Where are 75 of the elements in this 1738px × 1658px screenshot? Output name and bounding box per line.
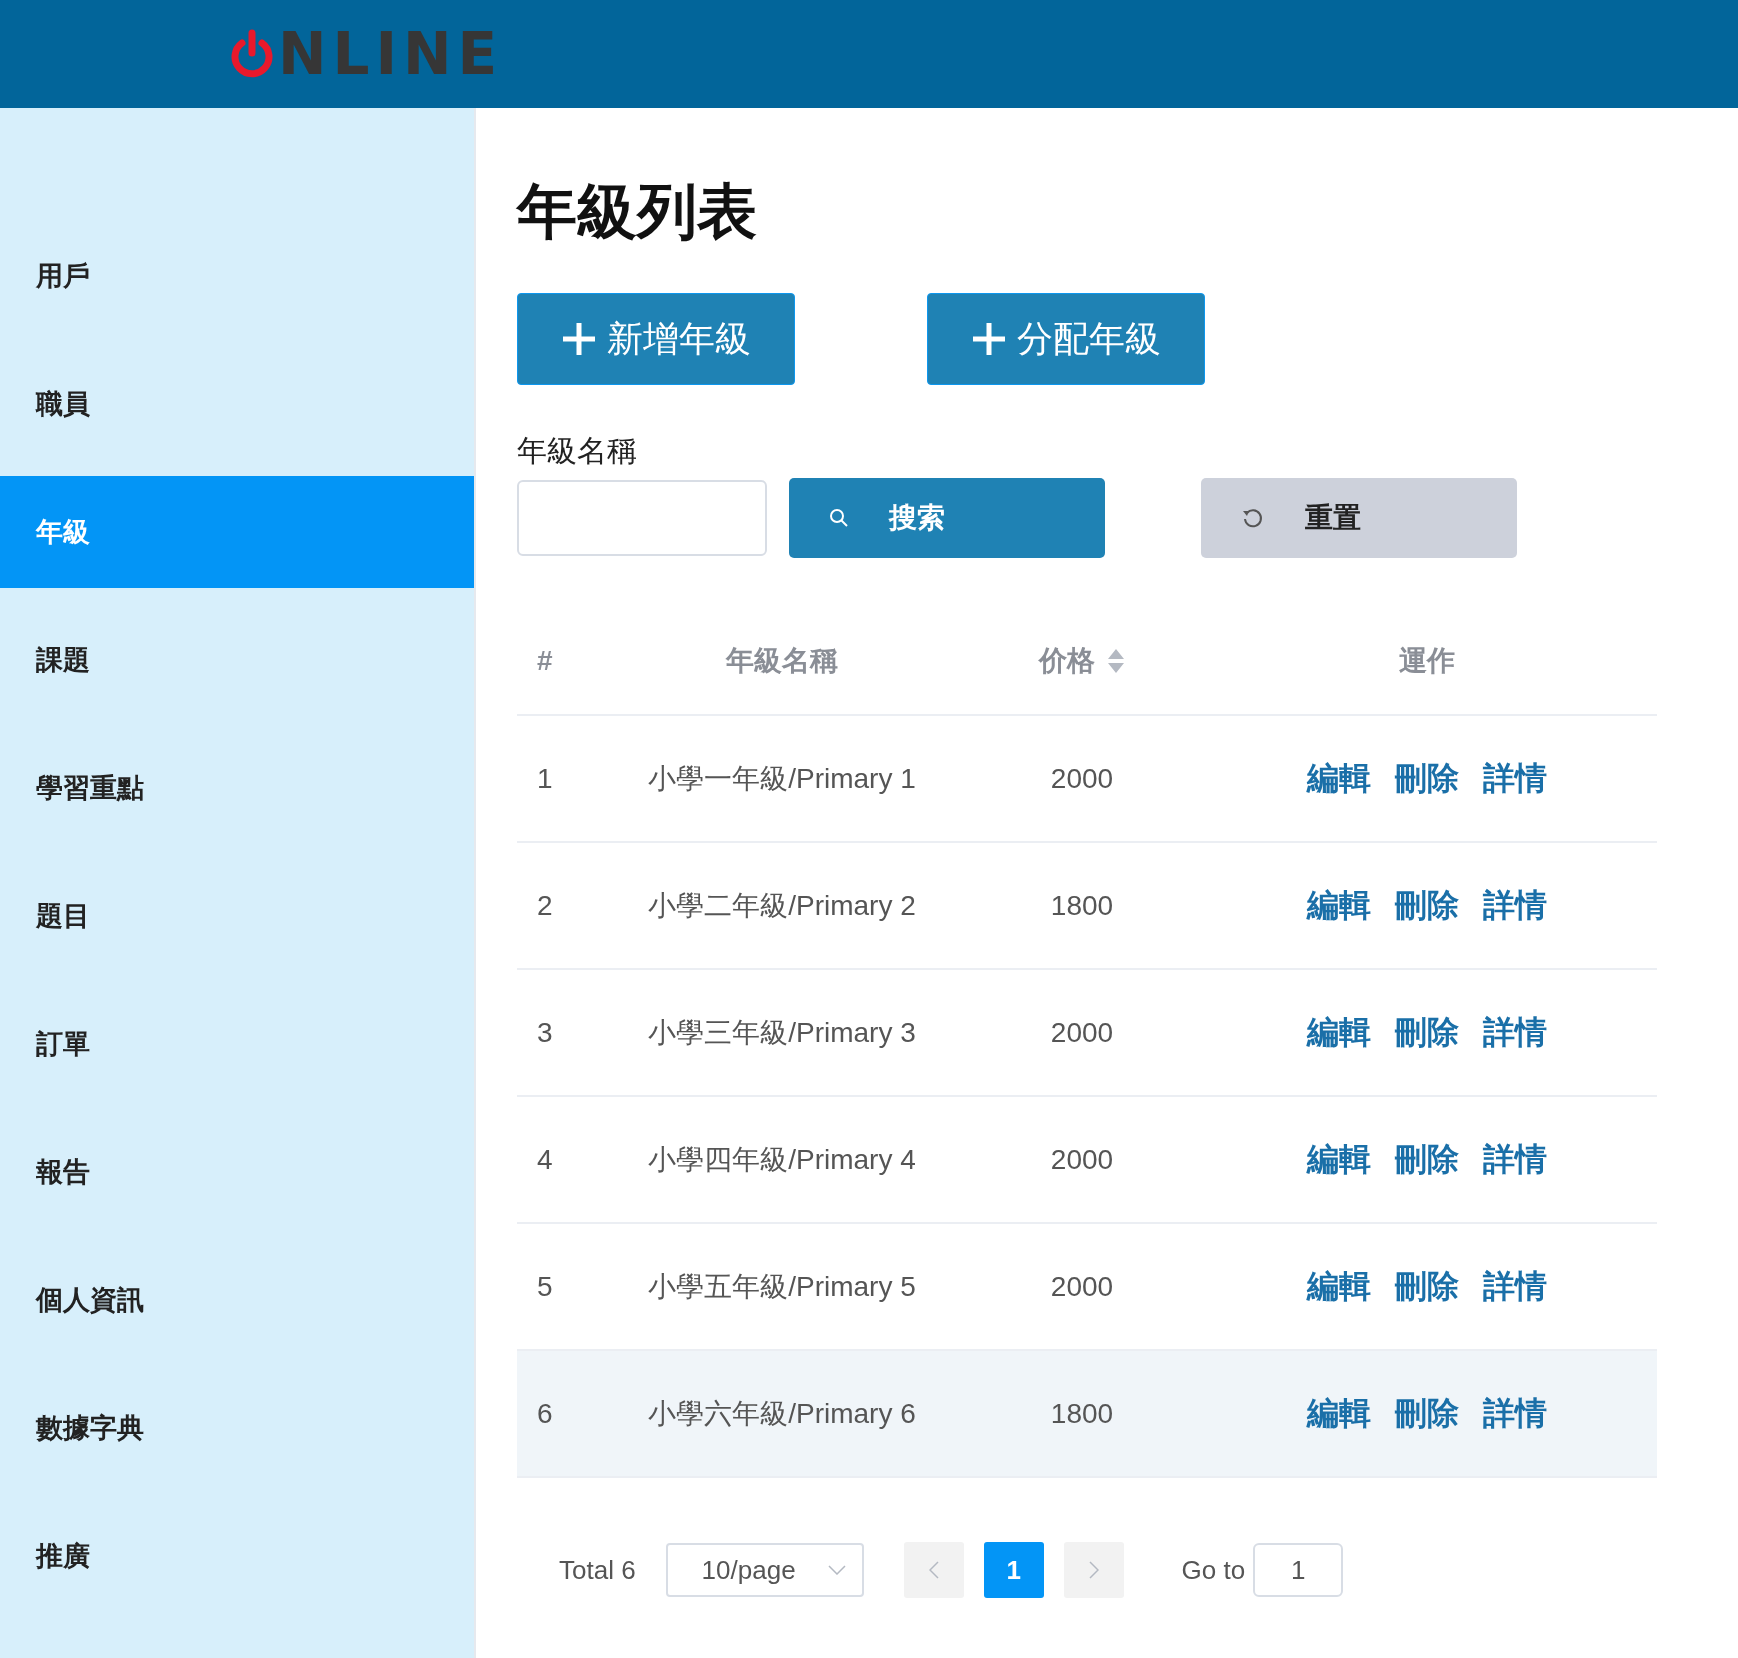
table-cell-text: 小學四年級/Primary 4	[648, 1142, 916, 1177]
power-icon	[230, 29, 274, 79]
sidebar-item[interactable]: 數據字典	[0, 1364, 474, 1492]
action-link[interactable]: 刪除	[1395, 756, 1459, 801]
sidebar-item[interactable]: 學習重點	[0, 724, 474, 852]
table-cell: 2000	[1050, 1016, 1114, 1049]
column-header: 運作	[1399, 644, 1455, 678]
action-link[interactable]: 詳情	[1483, 1391, 1547, 1436]
action-link[interactable]: 編輯	[1307, 1264, 1371, 1309]
table-cell: 2000	[1050, 1270, 1114, 1303]
column-header: 年級名稱	[726, 644, 838, 678]
action-link[interactable]: 刪除	[1395, 1264, 1459, 1309]
total-count: Total 6	[559, 1554, 636, 1586]
goto-label: Go to	[1181, 1554, 1246, 1586]
add-button[interactable]: 新增年級	[517, 293, 795, 385]
action-link[interactable]: 編輯	[1307, 883, 1371, 928]
sidebar-item[interactable]: 年級	[0, 476, 474, 588]
sidebar-item[interactable]: 課題	[0, 596, 474, 724]
action-link[interactable]: 刪除	[1395, 1010, 1459, 1055]
table-cell: 1	[537, 762, 553, 795]
action-link[interactable]: 詳情	[1483, 756, 1547, 801]
table-cell: 4	[537, 1143, 553, 1176]
reset-button[interactable]: 重置	[1201, 478, 1517, 558]
table-cell: 3	[537, 1016, 553, 1049]
action-link[interactable]: 刪除	[1395, 883, 1459, 928]
sort-icon[interactable]	[1107, 648, 1125, 674]
logo-text: NLINE	[278, 20, 504, 88]
table-cell: 1800	[1050, 1397, 1114, 1430]
refresh-icon	[1241, 506, 1265, 530]
table-cell: 2000	[1050, 762, 1114, 795]
chevron-left-icon	[928, 1561, 939, 1579]
action-link[interactable]: 詳情	[1483, 883, 1547, 928]
search-icon	[829, 508, 849, 528]
table-cell-text: 小學六年級/Primary 6	[648, 1396, 916, 1431]
next-page-button[interactable]	[1063, 1542, 1124, 1598]
sidebar-item[interactable]: 用戶	[0, 212, 474, 340]
table-cell-text: 小學一年級/Primary 1	[648, 761, 916, 796]
prev-page-button[interactable]	[903, 1542, 964, 1598]
action-link[interactable]: 詳情	[1483, 1137, 1547, 1182]
table-cell-text: 小學二年級/Primary 2	[648, 888, 916, 923]
sidebar-item[interactable]: 報告	[0, 1108, 474, 1236]
column-header: 价格	[1039, 644, 1095, 678]
chevron-right-icon	[1088, 1561, 1099, 1579]
page-button[interactable]: 1	[983, 1542, 1044, 1598]
table-cell: 2000	[1050, 1143, 1114, 1176]
plus-icon	[971, 321, 1007, 357]
sidebar-item[interactable]: 推廣	[0, 1492, 474, 1620]
page-title: 年級列表	[517, 177, 758, 247]
sidebar-item[interactable]: 職員	[0, 340, 474, 468]
plus-icon	[561, 321, 597, 357]
chevron-down-icon	[827, 1565, 846, 1575]
action-link[interactable]: 編輯	[1307, 1137, 1371, 1182]
action-link[interactable]: 編輯	[1307, 1391, 1371, 1436]
page-input[interactable]: 1	[1253, 1543, 1344, 1597]
sidebar-item[interactable]: 訂單	[0, 980, 474, 1108]
add-button[interactable]: 分配年級	[927, 293, 1205, 385]
action-link[interactable]: 刪除	[1395, 1391, 1459, 1436]
action-link[interactable]: 詳情	[1483, 1264, 1547, 1309]
table-cell-text: 小學三年級/Primary 3	[648, 1015, 916, 1050]
action-link[interactable]: 編輯	[1307, 1010, 1371, 1055]
table-cell: 5	[537, 1270, 553, 1303]
sidebar-item[interactable]: 個人資訊	[0, 1236, 474, 1364]
page-size-select[interactable]: 10/page	[665, 1543, 864, 1597]
action-link[interactable]: 刪除	[1395, 1137, 1459, 1182]
table-cell-text: 小學五年級/Primary 5	[648, 1269, 916, 1304]
search-button[interactable]: 搜索	[789, 478, 1105, 558]
column-header: #	[537, 645, 553, 677]
sidebar-item[interactable]: 題目	[0, 852, 474, 980]
action-link[interactable]: 詳情	[1483, 1010, 1547, 1055]
table-cell: 6	[537, 1397, 553, 1430]
action-link[interactable]: 編輯	[1307, 756, 1371, 801]
input-field[interactable]	[517, 480, 767, 556]
table-cell: 2	[537, 889, 553, 922]
table-cell: 1800	[1050, 889, 1114, 922]
field-label: 年級名稱	[517, 433, 638, 469]
